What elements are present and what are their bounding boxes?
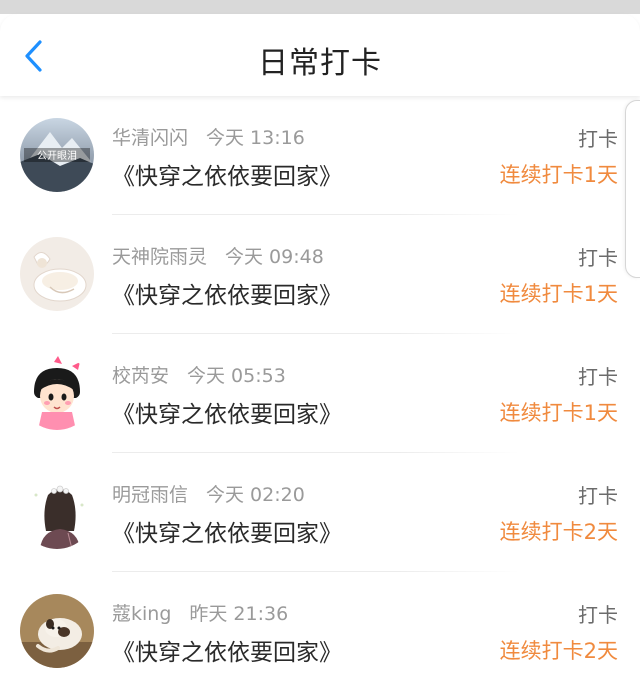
book-title[interactable]: 《快穿之依依要回家》 bbox=[112, 395, 342, 429]
page-header: 日常打卡 bbox=[0, 14, 640, 96]
username[interactable]: 明冠雨信 bbox=[112, 484, 188, 506]
book-title[interactable]: 《快穿之依依要回家》 bbox=[112, 157, 342, 191]
list-item[interactable]: 天神院雨灵 今天 09:48 《快穿之依依要回家》 打卡 连续打卡1天 bbox=[0, 215, 640, 334]
list-item[interactable]: 明冠雨信 今天 02:20 《快穿之依依要回家》 打卡 连续打卡2天 bbox=[0, 453, 640, 572]
checkin-label: 打卡 bbox=[578, 246, 618, 270]
item-meta: 华清闪闪 今天 13:16 bbox=[112, 123, 305, 150]
list-item[interactable]: 校芮安 今天 05:53 《快穿之依依要回家》 打卡 连续打卡1天 bbox=[0, 334, 640, 453]
username[interactable]: 校芮安 bbox=[112, 365, 169, 387]
timestamp: 今天 05:53 bbox=[187, 365, 286, 387]
avatar-caption: 公开眼泪 bbox=[37, 149, 77, 162]
checkin-label: 打卡 bbox=[578, 127, 618, 151]
avatar[interactable] bbox=[20, 356, 94, 430]
avatar[interactable] bbox=[20, 475, 94, 549]
page-title: 日常打卡 bbox=[258, 46, 382, 81]
avatar[interactable] bbox=[20, 594, 94, 668]
item-meta: 明冠雨信 今天 02:20 bbox=[112, 480, 305, 507]
streak-badge: 连续打卡1天 bbox=[499, 401, 618, 425]
timestamp: 昨天 21:36 bbox=[189, 603, 289, 625]
book-title[interactable]: 《快穿之依依要回家》 bbox=[112, 633, 342, 667]
checkin-label: 打卡 bbox=[578, 365, 618, 389]
checkin-label: 打卡 bbox=[578, 603, 618, 627]
side-drawer-handle[interactable] bbox=[625, 100, 640, 278]
avatar[interactable] bbox=[20, 237, 94, 311]
username[interactable]: 天神院雨灵 bbox=[112, 246, 207, 268]
list-item[interactable]: 蔻king 昨天 21:36 《快穿之依依要回家》 打卡 连续打卡2天 bbox=[0, 572, 640, 691]
avatar[interactable]: 公开眼泪 bbox=[20, 118, 94, 192]
username[interactable]: 蔻king bbox=[112, 603, 171, 625]
streak-badge: 连续打卡1天 bbox=[499, 282, 618, 306]
timestamp: 今天 13:16 bbox=[206, 127, 305, 149]
list-item[interactable]: 公开眼泪 华清闪闪 今天 13:16 《快穿之依依要回家》 打卡 连续打卡1天 bbox=[0, 96, 640, 215]
status-bar-strip bbox=[0, 0, 640, 14]
checkin-list: 公开眼泪 华清闪闪 今天 13:16 《快穿之依依要回家》 打卡 连续打卡1天 天… bbox=[0, 96, 640, 691]
item-meta: 蔻king 昨天 21:36 bbox=[112, 599, 288, 626]
book-title[interactable]: 《快穿之依依要回家》 bbox=[112, 514, 342, 548]
timestamp: 今天 02:20 bbox=[206, 484, 305, 506]
item-meta: 天神院雨灵 今天 09:48 bbox=[112, 242, 324, 269]
item-meta: 校芮安 今天 05:53 bbox=[112, 361, 286, 388]
timestamp: 今天 09:48 bbox=[225, 246, 324, 268]
streak-badge: 连续打卡2天 bbox=[499, 520, 618, 544]
streak-badge: 连续打卡2天 bbox=[499, 639, 618, 663]
streak-badge: 连续打卡1天 bbox=[499, 163, 618, 187]
book-title[interactable]: 《快穿之依依要回家》 bbox=[112, 276, 342, 310]
username[interactable]: 华清闪闪 bbox=[112, 127, 188, 149]
checkin-label: 打卡 bbox=[578, 484, 618, 508]
